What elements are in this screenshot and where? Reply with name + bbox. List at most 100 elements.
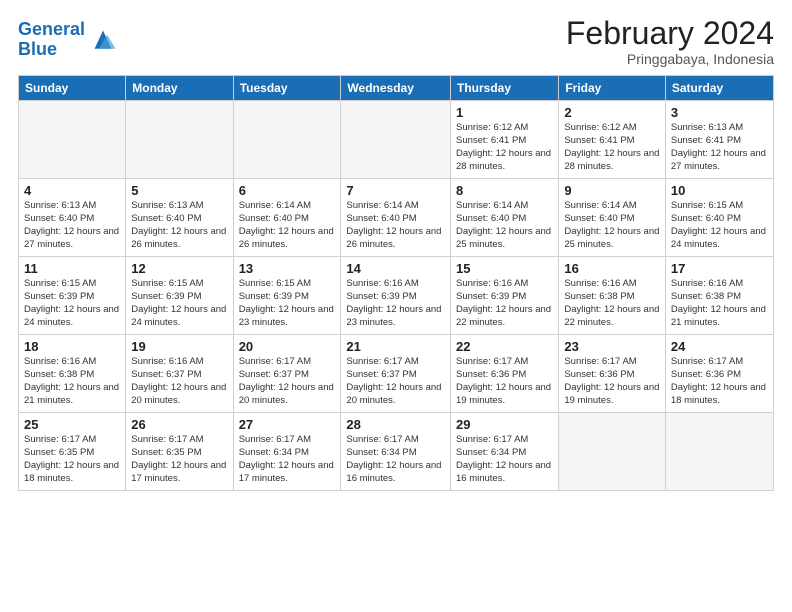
calendar-day-cell: 23 Sunrise: 6:17 AMSunset: 6:36 PMDayligh… bbox=[559, 335, 666, 413]
calendar-day-cell bbox=[19, 101, 126, 179]
day-info: Sunrise: 6:13 AMSunset: 6:41 PMDaylight:… bbox=[671, 122, 768, 173]
calendar-week-row: 4Sunrise: 6:13 AMSunset: 6:40 PMDaylight… bbox=[19, 179, 774, 257]
calendar-day-cell: 10 Sunrise: 6:15 AMSunset: 6:40 PMDayligh… bbox=[665, 179, 773, 257]
day-info: Sunrise: 6:13 AMSunset: 6:40 PMDaylight:… bbox=[24, 200, 120, 251]
day-info: Sunrise: 6:12 AMSunset: 6:41 PMDaylight:… bbox=[564, 122, 660, 173]
day-info: Sunrise: 6:17 AMSunset: 6:34 PMDaylight:… bbox=[456, 434, 553, 485]
calendar-day-cell: 17 Sunrise: 6:16 AMSunset: 6:38 PMDayligh… bbox=[665, 257, 773, 335]
calendar-day-cell: 14 Sunrise: 6:16 AMSunset: 6:39 PMDayligh… bbox=[341, 257, 451, 335]
day-number: 19 bbox=[131, 339, 227, 354]
calendar-day-cell: 26 Sunrise: 6:17 AMSunset: 6:35 PMDayligh… bbox=[126, 413, 233, 491]
day-info: Sunrise: 6:14 AMSunset: 6:40 PMDaylight:… bbox=[564, 200, 660, 251]
calendar-day-cell: 28 Sunrise: 6:17 AMSunset: 6:34 PMDayligh… bbox=[341, 413, 451, 491]
day-info: Sunrise: 6:16 AMSunset: 6:39 PMDaylight:… bbox=[346, 278, 445, 329]
calendar-day-cell: 6Sunrise: 6:14 AMSunset: 6:40 PMDaylight… bbox=[233, 179, 341, 257]
day-info: Sunrise: 6:15 AMSunset: 6:39 PMDaylight:… bbox=[239, 278, 336, 329]
calendar-day-cell bbox=[665, 413, 773, 491]
day-number: 13 bbox=[239, 261, 336, 276]
calendar-day-cell: 15 Sunrise: 6:16 AMSunset: 6:39 PMDayligh… bbox=[451, 257, 559, 335]
day-number: 6 bbox=[239, 183, 336, 198]
day-info: Sunrise: 6:17 AMSunset: 6:35 PMDaylight:… bbox=[24, 434, 120, 485]
day-info: Sunrise: 6:17 AMSunset: 6:37 PMDaylight:… bbox=[239, 356, 336, 407]
day-number: 5 bbox=[131, 183, 227, 198]
day-number: 26 bbox=[131, 417, 227, 432]
header: General Blue February 2024 Pringgabaya, … bbox=[18, 16, 774, 67]
day-number: 7 bbox=[346, 183, 445, 198]
day-number: 22 bbox=[456, 339, 553, 354]
day-number: 20 bbox=[239, 339, 336, 354]
day-info: Sunrise: 6:16 AMSunset: 6:37 PMDaylight:… bbox=[131, 356, 227, 407]
calendar-day-cell: 11 Sunrise: 6:15 AMSunset: 6:39 PMDayligh… bbox=[19, 257, 126, 335]
day-info: Sunrise: 6:12 AMSunset: 6:41 PMDaylight:… bbox=[456, 122, 553, 173]
day-info: Sunrise: 6:16 AMSunset: 6:38 PMDaylight:… bbox=[24, 356, 120, 407]
day-info: Sunrise: 6:17 AMSunset: 6:36 PMDaylight:… bbox=[456, 356, 553, 407]
weekday-header-cell: Thursday bbox=[451, 76, 559, 101]
day-info: Sunrise: 6:17 AMSunset: 6:36 PMDaylight:… bbox=[564, 356, 660, 407]
weekday-header-cell: Friday bbox=[559, 76, 666, 101]
calendar-week-row: 25 Sunrise: 6:17 AMSunset: 6:35 PMDayligh… bbox=[19, 413, 774, 491]
day-info: Sunrise: 6:16 AMSunset: 6:38 PMDaylight:… bbox=[564, 278, 660, 329]
day-number: 15 bbox=[456, 261, 553, 276]
calendar-day-cell: 22 Sunrise: 6:17 AMSunset: 6:36 PMDayligh… bbox=[451, 335, 559, 413]
day-number: 16 bbox=[564, 261, 660, 276]
calendar-week-row: 18 Sunrise: 6:16 AMSunset: 6:38 PMDayligh… bbox=[19, 335, 774, 413]
calendar-day-cell: 5 Sunrise: 6:13 AMSunset: 6:40 PMDaylight… bbox=[126, 179, 233, 257]
page: General Blue February 2024 Pringgabaya, … bbox=[0, 0, 792, 612]
day-info: Sunrise: 6:13 AMSunset: 6:40 PMDaylight:… bbox=[131, 200, 227, 251]
day-number: 17 bbox=[671, 261, 768, 276]
day-number: 10 bbox=[671, 183, 768, 198]
calendar-day-cell: 24 Sunrise: 6:17 AMSunset: 6:36 PMDayligh… bbox=[665, 335, 773, 413]
day-info: Sunrise: 6:17 AMSunset: 6:34 PMDaylight:… bbox=[346, 434, 445, 485]
day-number: 12 bbox=[131, 261, 227, 276]
weekday-header-cell: Wednesday bbox=[341, 76, 451, 101]
day-info: Sunrise: 6:17 AMSunset: 6:36 PMDaylight:… bbox=[671, 356, 768, 407]
day-number: 29 bbox=[456, 417, 553, 432]
logo-icon bbox=[89, 26, 117, 54]
calendar-day-cell: 1 Sunrise: 6:12 AMSunset: 6:41 PMDaylight… bbox=[451, 101, 559, 179]
day-info: Sunrise: 6:17 AMSunset: 6:35 PMDaylight:… bbox=[131, 434, 227, 485]
day-info: Sunrise: 6:16 AMSunset: 6:39 PMDaylight:… bbox=[456, 278, 553, 329]
calendar-day-cell: 2 Sunrise: 6:12 AMSunset: 6:41 PMDaylight… bbox=[559, 101, 666, 179]
day-number: 18 bbox=[24, 339, 120, 354]
logo-text-line2: Blue bbox=[18, 40, 85, 60]
day-info: Sunrise: 6:15 AMSunset: 6:39 PMDaylight:… bbox=[24, 278, 120, 329]
day-number: 14 bbox=[346, 261, 445, 276]
day-number: 23 bbox=[564, 339, 660, 354]
day-info: Sunrise: 6:15 AMSunset: 6:39 PMDaylight:… bbox=[131, 278, 227, 329]
calendar-week-row: 11 Sunrise: 6:15 AMSunset: 6:39 PMDayligh… bbox=[19, 257, 774, 335]
calendar-week-row: 1 Sunrise: 6:12 AMSunset: 6:41 PMDaylight… bbox=[19, 101, 774, 179]
calendar-day-cell bbox=[559, 413, 666, 491]
calendar-day-cell: 19 Sunrise: 6:16 AMSunset: 6:37 PMDayligh… bbox=[126, 335, 233, 413]
day-info: Sunrise: 6:16 AMSunset: 6:38 PMDaylight:… bbox=[671, 278, 768, 329]
calendar-day-cell bbox=[341, 101, 451, 179]
calendar-day-cell: 20 Sunrise: 6:17 AMSunset: 6:37 PMDayligh… bbox=[233, 335, 341, 413]
weekday-header-cell: Saturday bbox=[665, 76, 773, 101]
main-title: February 2024 bbox=[566, 16, 774, 51]
calendar-day-cell: 18 Sunrise: 6:16 AMSunset: 6:38 PMDayligh… bbox=[19, 335, 126, 413]
calendar-day-cell: 3 Sunrise: 6:13 AMSunset: 6:41 PMDaylight… bbox=[665, 101, 773, 179]
day-number: 3 bbox=[671, 105, 768, 120]
calendar-day-cell: 4Sunrise: 6:13 AMSunset: 6:40 PMDaylight… bbox=[19, 179, 126, 257]
subtitle: Pringgabaya, Indonesia bbox=[566, 51, 774, 67]
title-block: February 2024 Pringgabaya, Indonesia bbox=[566, 16, 774, 67]
weekday-header-cell: Tuesday bbox=[233, 76, 341, 101]
day-number: 11 bbox=[24, 261, 120, 276]
calendar-day-cell: 27Sunrise: 6:17 AMSunset: 6:34 PMDayligh… bbox=[233, 413, 341, 491]
calendar-body: 1 Sunrise: 6:12 AMSunset: 6:41 PMDaylight… bbox=[19, 101, 774, 491]
day-info: Sunrise: 6:17 AMSunset: 6:37 PMDaylight:… bbox=[346, 356, 445, 407]
day-number: 1 bbox=[456, 105, 553, 120]
weekday-header-row: SundayMondayTuesdayWednesdayThursdayFrid… bbox=[19, 76, 774, 101]
calendar-day-cell: 8Sunrise: 6:14 AMSunset: 6:40 PMDaylight… bbox=[451, 179, 559, 257]
day-number: 9 bbox=[564, 183, 660, 198]
day-number: 8 bbox=[456, 183, 553, 198]
day-number: 28 bbox=[346, 417, 445, 432]
day-number: 2 bbox=[564, 105, 660, 120]
day-info: Sunrise: 6:14 AMSunset: 6:40 PMDaylight:… bbox=[346, 200, 445, 251]
logo-text-line1: General bbox=[18, 20, 85, 40]
weekday-header-cell: Monday bbox=[126, 76, 233, 101]
calendar-day-cell: 7 Sunrise: 6:14 AMSunset: 6:40 PMDaylight… bbox=[341, 179, 451, 257]
day-number: 24 bbox=[671, 339, 768, 354]
day-info: Sunrise: 6:15 AMSunset: 6:40 PMDaylight:… bbox=[671, 200, 768, 251]
day-number: 25 bbox=[24, 417, 120, 432]
calendar-day-cell: 25 Sunrise: 6:17 AMSunset: 6:35 PMDayligh… bbox=[19, 413, 126, 491]
